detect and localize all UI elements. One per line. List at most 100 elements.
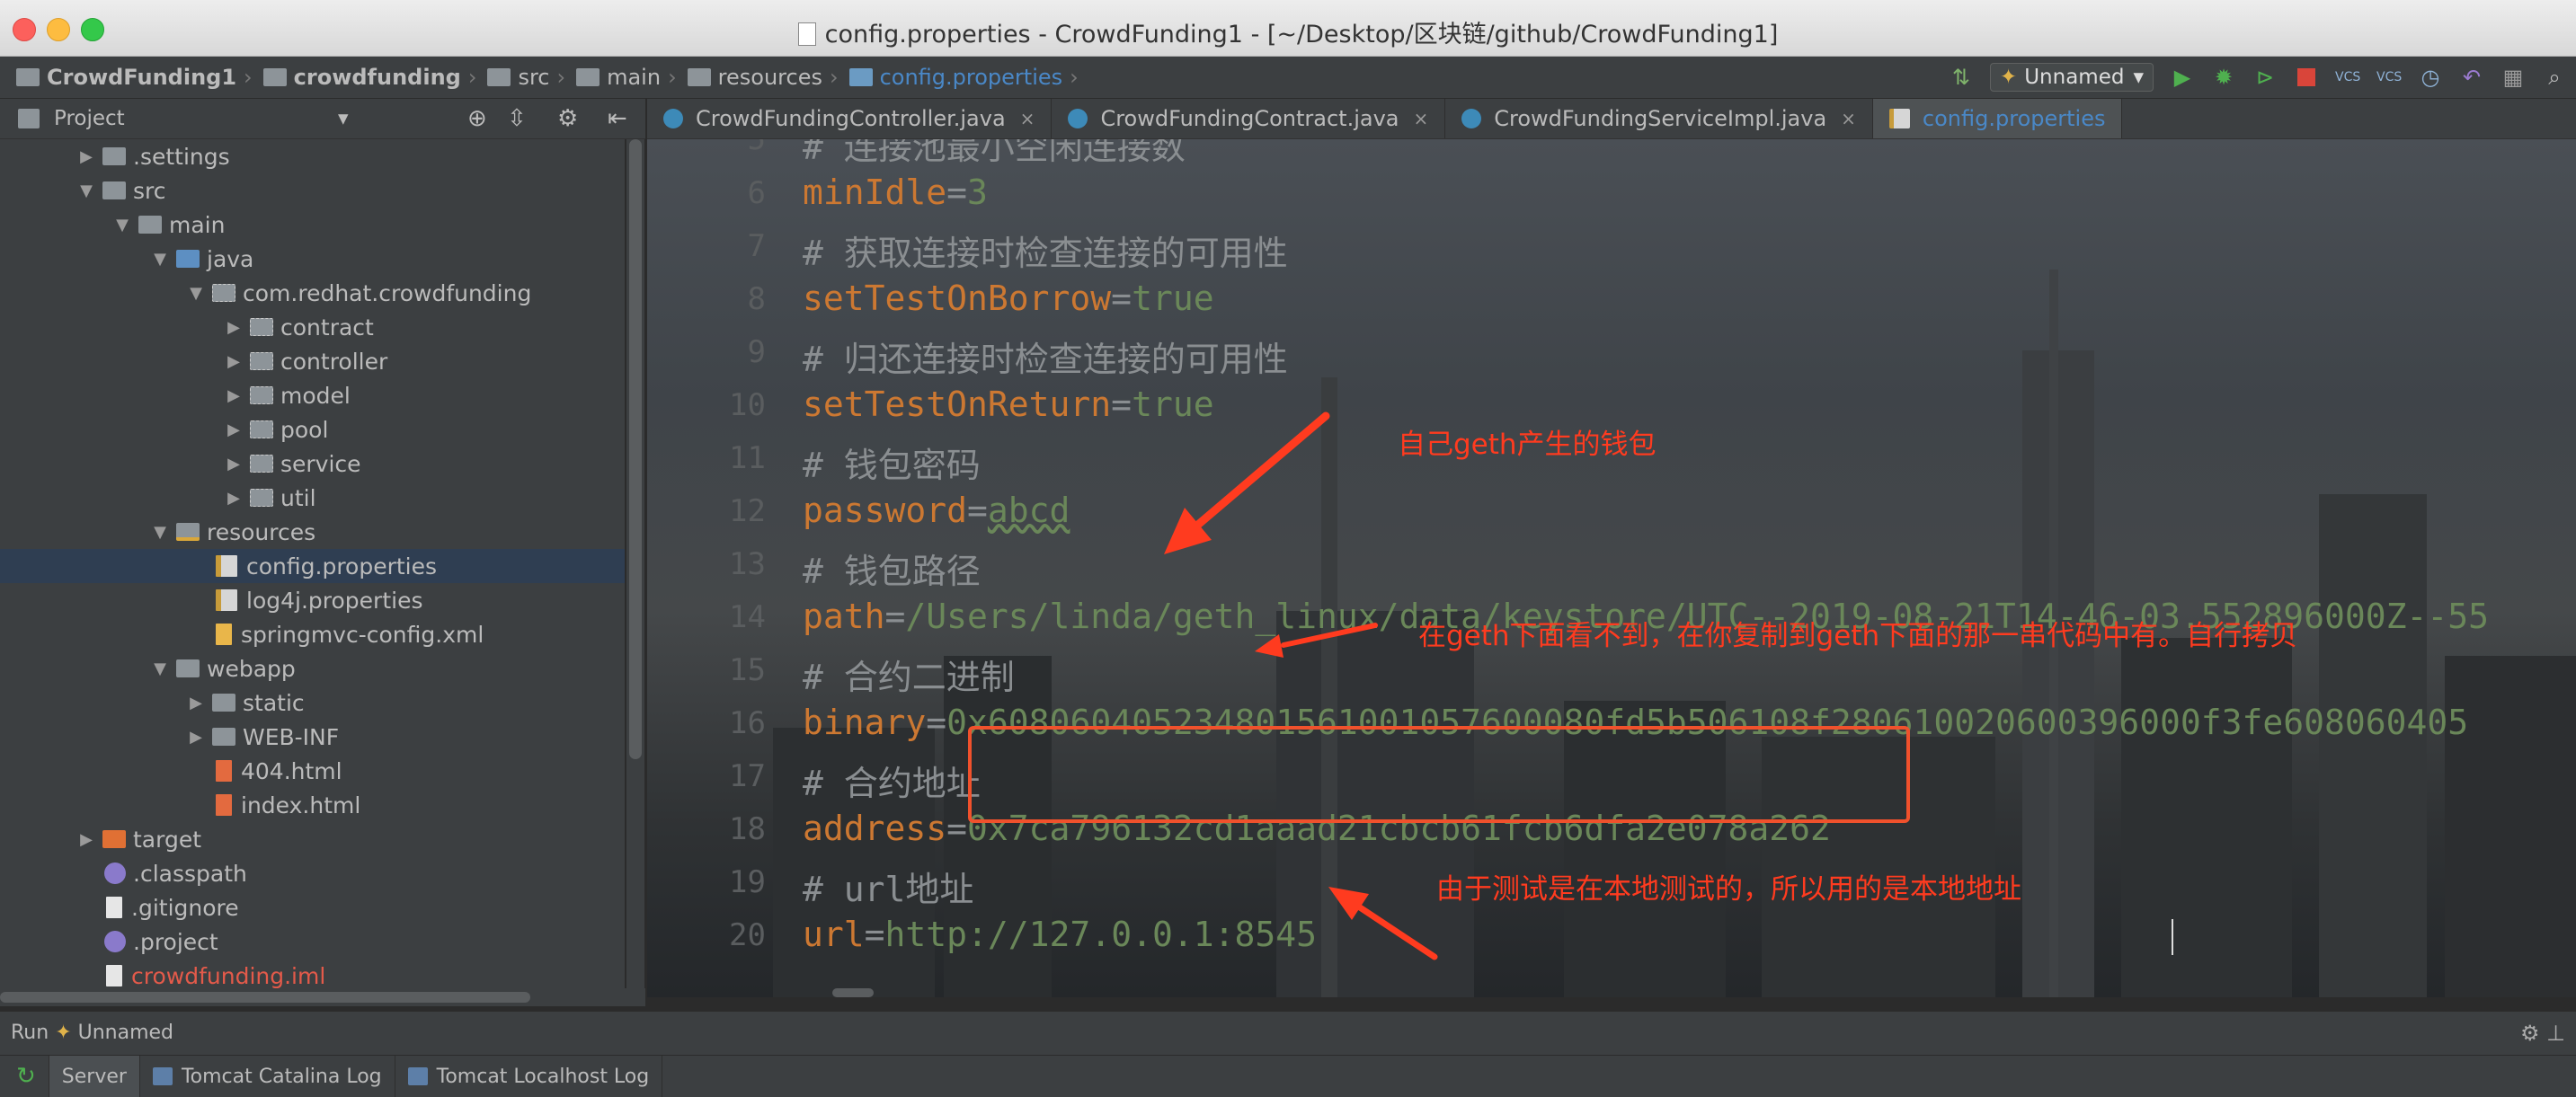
- chevron-right-icon[interactable]: ▶: [223, 455, 244, 473]
- close-icon[interactable]: ×: [1841, 108, 1856, 129]
- eclipse-file-icon: [104, 931, 126, 952]
- properties-file-icon: [848, 68, 873, 86]
- package-icon: [250, 489, 273, 507]
- chevron-down-icon[interactable]: ▼: [149, 250, 171, 269]
- collapse-all-icon[interactable]: ⇳: [507, 105, 527, 132]
- chevron-down-icon[interactable]: ▼: [185, 284, 207, 303]
- chevron-right-icon[interactable]: ▶: [185, 728, 207, 747]
- chevron-down-icon[interactable]: ▼: [149, 523, 171, 542]
- tree-item-label: .classpath: [133, 860, 247, 887]
- folder-icon: [138, 216, 162, 234]
- history-icon[interactable]: ◷: [2418, 65, 2443, 90]
- breadcrumb-item-main[interactable]: main ›: [576, 65, 677, 90]
- tab-crowdfunding-contract[interactable]: CrowdFundingContract.java ×: [1052, 99, 1446, 138]
- tree-item[interactable]: ▶ model: [0, 378, 625, 412]
- rerun-icon[interactable]: ↻: [0, 1056, 49, 1097]
- annotation-local: 由于测试是在本地测试的，所以用的是本地地址: [1436, 873, 2021, 906]
- hide-panel-icon[interactable]: ⇤: [608, 105, 627, 132]
- tree-item-label: pool: [280, 416, 329, 443]
- tree-item[interactable]: ▼ src: [0, 173, 625, 208]
- tree-item[interactable]: ▼ java: [0, 242, 625, 276]
- chevron-right-icon[interactable]: ▶: [223, 489, 244, 508]
- debug-icon[interactable]: ✹: [2211, 65, 2236, 90]
- tree-item[interactable]: log4j.properties: [0, 583, 625, 617]
- breadcrumb-item-src[interactable]: src ›: [487, 65, 565, 90]
- tab-crowdfunding-controller[interactable]: CrowdFundingController.java ×: [647, 99, 1053, 138]
- structure-icon[interactable]: ▦: [2500, 65, 2526, 90]
- close-icon[interactable]: ×: [1414, 108, 1429, 129]
- tree-item[interactable]: ▼ webapp: [0, 651, 625, 686]
- breadcrumb-item-module[interactable]: crowdfunding ›: [262, 65, 476, 90]
- tab-config-properties[interactable]: config.properties: [1872, 99, 2123, 138]
- editor-tabs: CrowdFundingController.java × CrowdFundin…: [647, 99, 2576, 139]
- tree-item[interactable]: ▶ static: [0, 686, 625, 720]
- tab-label: Tomcat Localhost Log: [436, 1065, 650, 1088]
- arrow-binary: [1255, 623, 1378, 658]
- tree-item[interactable]: .gitignore: [0, 890, 625, 924]
- folder-icon: [212, 728, 235, 746]
- tree-item[interactable]: index.html: [0, 788, 625, 822]
- tab-label: CrowdFundingController.java: [696, 106, 1006, 131]
- tree-item[interactable]: springmvc-config.xml: [0, 617, 625, 651]
- project-horizontal-scrollbar[interactable]: [0, 988, 645, 1006]
- code-editor[interactable]: 5 6 7 8 9 10 11 12 13 14 15 16 17 18 19 …: [647, 139, 2576, 997]
- breadcrumb-item-project[interactable]: CrowdFunding1 ›: [16, 65, 253, 90]
- hide-panel-icon[interactable]: ⊥: [2546, 1021, 2565, 1046]
- tree-item[interactable]: ▼ main: [0, 208, 625, 242]
- revert-icon[interactable]: ↶: [2459, 65, 2484, 90]
- tab-crowdfunding-service-impl[interactable]: CrowdFundingServiceImpl.java ×: [1445, 99, 1873, 138]
- locate-icon[interactable]: ⊕: [467, 105, 487, 132]
- stop-icon[interactable]: [2294, 65, 2319, 90]
- chevron-right-icon[interactable]: ▶: [223, 318, 244, 337]
- gear-icon[interactable]: ⚙: [557, 105, 578, 132]
- vcs-commit-icon[interactable]: VCS: [2376, 65, 2402, 90]
- gear-icon[interactable]: ⚙: [2520, 1021, 2540, 1046]
- chevron-right-icon[interactable]: ▶: [223, 386, 244, 405]
- chevron-down-icon[interactable]: ▾: [338, 107, 349, 130]
- tree-item[interactable]: ▶ service: [0, 447, 625, 481]
- tree-item[interactable]: ▶ controller: [0, 344, 625, 378]
- tree-item[interactable]: 404.html: [0, 754, 625, 788]
- tab-tomcat-catalina-log[interactable]: Tomcat Catalina Log: [140, 1056, 395, 1097]
- tree-item[interactable]: ▶ .settings: [0, 139, 625, 173]
- run-configuration-select[interactable]: ✦ Unnamed ▾: [1989, 63, 2154, 92]
- chevron-down-icon[interactable]: ▼: [111, 216, 133, 234]
- tree-item-selected[interactable]: config.properties: [0, 549, 625, 583]
- chevron-right-icon[interactable]: ▶: [76, 830, 97, 849]
- tab-server[interactable]: Server: [49, 1056, 140, 1097]
- tree-item[interactable]: ▶ util: [0, 481, 625, 515]
- breadcrumb-item-file[interactable]: config.properties ›: [848, 65, 1079, 90]
- tree-item[interactable]: ▼ resources: [0, 515, 625, 549]
- project-vertical-scrollbar[interactable]: [626, 139, 644, 997]
- chevron-down-icon[interactable]: ▼: [149, 659, 171, 678]
- tree-item-label: util: [280, 484, 316, 511]
- tree-item[interactable]: ▶ contract: [0, 310, 625, 344]
- project-panel-header: Project ▾ ⊕ ⇳ ⚙ ⇤: [0, 99, 645, 139]
- tree-item[interactable]: ▼ com.redhat.crowdfunding: [0, 276, 625, 310]
- tree-item-label: log4j.properties: [246, 587, 423, 614]
- search-icon[interactable]: ⌕: [2542, 65, 2567, 90]
- chevron-right-icon[interactable]: ▶: [185, 694, 207, 712]
- chevron-down-icon[interactable]: ▼: [76, 181, 97, 200]
- project-panel-title: Project: [54, 107, 125, 130]
- vcs-update-icon[interactable]: VCS: [2335, 65, 2360, 90]
- tree-item[interactable]: ▶ WEB-INF: [0, 720, 625, 754]
- build-icon[interactable]: ⇅: [1949, 65, 1974, 90]
- breadcrumb-item-resources[interactable]: resources ›: [687, 65, 839, 90]
- run-icon[interactable]: ▶: [2170, 65, 2195, 90]
- tree-item[interactable]: .project: [0, 924, 625, 959]
- folder-icon: [576, 68, 600, 86]
- chevron-right-icon[interactable]: ▶: [76, 147, 97, 166]
- tab-tomcat-localhost-log[interactable]: Tomcat Localhost Log: [395, 1056, 663, 1097]
- tree-item[interactable]: ▶ target: [0, 822, 625, 856]
- chevron-right-icon[interactable]: ▶: [223, 352, 244, 371]
- editor-horizontal-scrollbar[interactable]: [832, 988, 874, 997]
- tree-item[interactable]: ▶ pool: [0, 412, 625, 447]
- tree-item-label: .gitignore: [131, 894, 239, 921]
- chevron-right-icon[interactable]: ▶: [223, 420, 244, 439]
- html-file-icon: [216, 794, 232, 816]
- close-icon[interactable]: ×: [1020, 108, 1035, 129]
- coverage-icon[interactable]: ⊳: [2252, 65, 2278, 90]
- tree-item-label: config.properties: [246, 553, 438, 579]
- tree-item[interactable]: .classpath: [0, 856, 625, 890]
